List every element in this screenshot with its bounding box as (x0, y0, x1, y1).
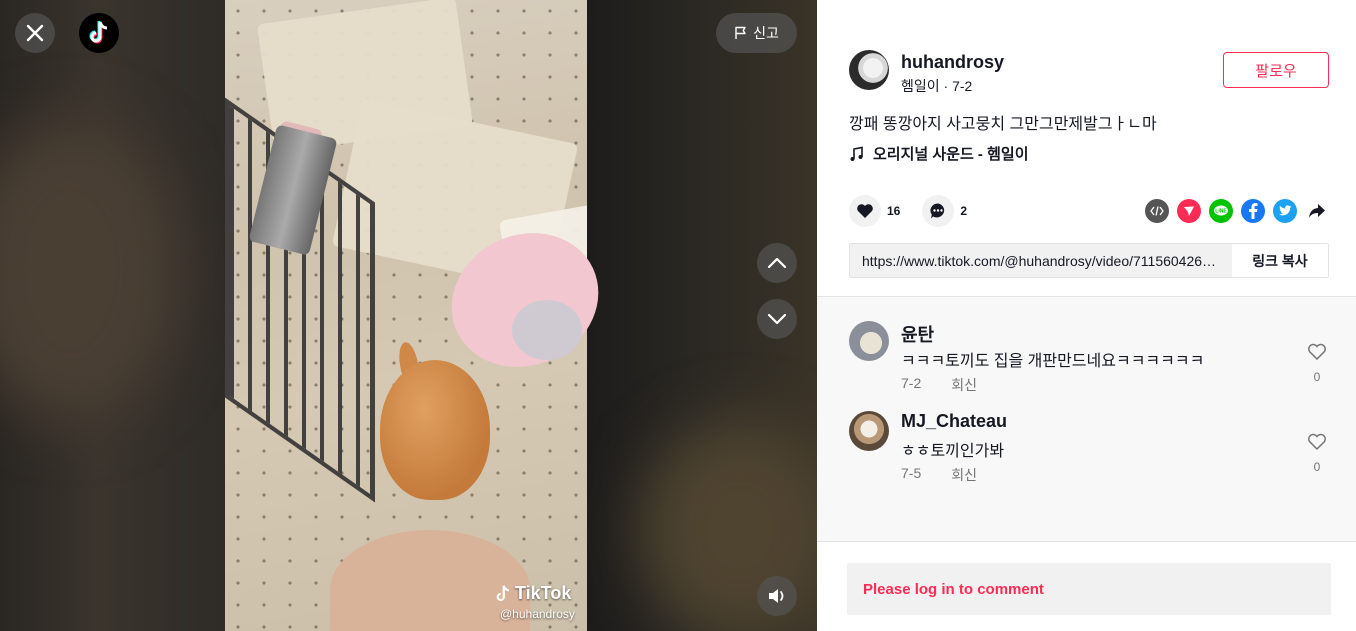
share-twitter-button[interactable] (1273, 199, 1297, 223)
tiktok-logo[interactable] (79, 13, 119, 53)
comment-text: ㅋㅋㅋ토끼도 집을 개판만드네요ㅋㅋㅋㅋㅋㅋ (901, 353, 1205, 370)
author-subline: 헴일이 · 7-2 (901, 78, 973, 94)
tiktok-icon (89, 21, 108, 44)
follow-button[interactable]: 팔로우 (1223, 52, 1329, 88)
like-count: 16 (887, 204, 901, 218)
music-link[interactable]: 오리지널 사운드 - 헴일이 (849, 143, 1029, 164)
facebook-icon (1249, 203, 1258, 219)
flag-icon (735, 26, 746, 39)
author-username[interactable]: huhandrosy (901, 52, 1004, 73)
video-url[interactable]: https://www.tiktok.com/@huhandrosy/video… (850, 244, 1232, 277)
next-video-button[interactable] (757, 299, 797, 339)
copy-link-button[interactable]: 링크 복사 (1232, 244, 1328, 277)
chevron-down-icon (767, 313, 787, 325)
heart-icon (857, 204, 873, 218)
svg-text:LINE: LINE (1215, 209, 1227, 215)
copy-link-box: https://www.tiktok.com/@huhandrosy/video… (849, 243, 1329, 278)
close-icon (26, 24, 44, 42)
reply-button[interactable]: 회신 (951, 465, 977, 485)
chevron-up-icon (767, 257, 787, 269)
like-button[interactable] (849, 195, 881, 227)
comment-list: 윤탄 ㅋㅋㅋ토끼도 집을 개판만드네요ㅋㅋㅋㅋㅋㅋ 7-2 회신 0 MJ_Ch… (817, 296, 1356, 542)
login-to-comment-button[interactable]: Please log in to comment (847, 563, 1331, 615)
comment-icon (930, 203, 945, 219)
commenter-name[interactable]: 윤탄 (901, 321, 934, 347)
report-button[interactable]: 신고 (716, 13, 797, 53)
commenter-avatar[interactable] (849, 411, 889, 451)
comment-date: 7-5 (901, 465, 922, 481)
share-bar: LINE (1145, 199, 1329, 223)
comment-count: 2 (960, 204, 968, 218)
comment-like-button[interactable]: 0 (1302, 343, 1332, 384)
embed-code-icon (1150, 206, 1164, 216)
close-button[interactable] (15, 13, 55, 53)
rabbit (380, 360, 490, 500)
music-title: 오리지널 사운드 - 헴일이 (873, 146, 1029, 163)
music-note-icon (850, 146, 863, 161)
comment-like-button[interactable]: 0 (1302, 433, 1332, 474)
line-icon: LINE (1214, 205, 1228, 216)
commenter-name[interactable]: MJ_Chateau (901, 411, 1007, 432)
previous-video-button[interactable] (757, 243, 797, 283)
share-embed-button[interactable] (1145, 199, 1169, 223)
twitter-icon (1279, 205, 1292, 216)
share-more-button[interactable] (1305, 199, 1329, 223)
mute-button[interactable] (757, 576, 797, 616)
send-icon (1184, 206, 1194, 216)
share-line-button[interactable]: LINE (1209, 199, 1233, 223)
heart-outline-icon (1308, 433, 1326, 451)
commenter-avatar[interactable] (849, 321, 889, 361)
tiktok-watermark-icon (496, 584, 510, 601)
share-facebook-button[interactable] (1241, 199, 1265, 223)
comment-like-count: 0 (1313, 460, 1321, 474)
comment-button[interactable] (922, 195, 955, 227)
share-direct-button[interactable] (1177, 199, 1201, 223)
heart-outline-icon (1308, 343, 1326, 361)
video-caption: 깡패 똥깡아지 사고뭉치 그만그만제발그ㅏㄴ마 (849, 116, 1157, 133)
watermark-brand: TikTok (515, 583, 572, 603)
volume-icon (769, 589, 784, 603)
share-arrow-icon (1309, 204, 1325, 218)
details-panel: huhandrosy 헴일이 · 7-2 팔로우 깡패 똥깡아지 사고뭉치 그만… (817, 0, 1356, 631)
blurred-background (0, 120, 180, 420)
watermark-username: @huhandrosy (500, 607, 575, 621)
video-watermark: TikTok @huhandrosy (494, 583, 575, 621)
reply-button[interactable]: 회신 (951, 375, 977, 395)
video-player: 신고 TikTok @huhandrosy (0, 0, 817, 631)
comment-like-count: 0 (1313, 370, 1321, 384)
engagement-bar: 16 2 (849, 195, 989, 227)
comment-date: 7-2 (901, 375, 922, 391)
comment-text: ㅎㅎ토끼인가봐 (901, 443, 1005, 460)
report-label: 신고 (753, 25, 779, 41)
author-avatar[interactable] (849, 50, 889, 90)
